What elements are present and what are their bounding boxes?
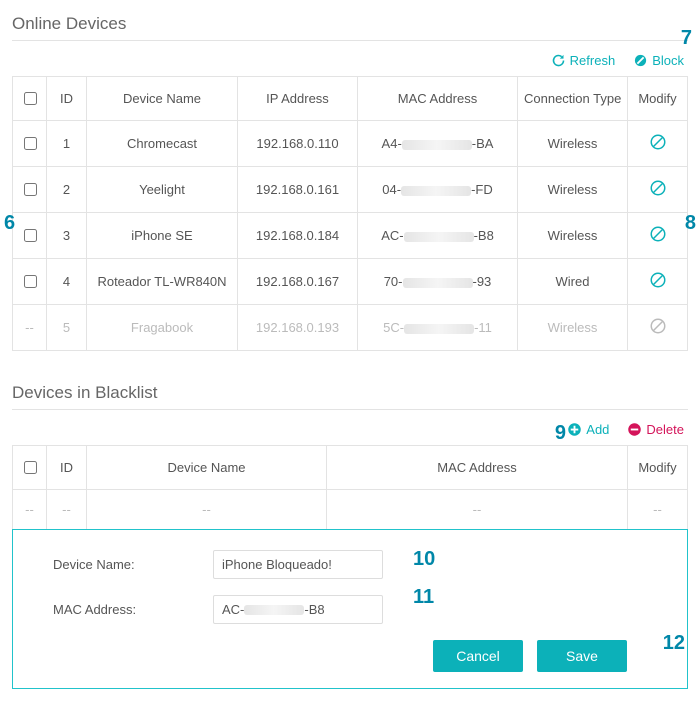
cell-name: Chromecast: [87, 121, 238, 167]
select-all-blacklist[interactable]: [24, 461, 37, 474]
cell-id: 4: [47, 259, 87, 305]
blacklist-toolbar: 9 Add Delete: [12, 410, 688, 445]
cell-conn: Wireless: [518, 167, 628, 213]
annotation-11: 11: [413, 586, 434, 609]
cell-id: 2: [47, 167, 87, 213]
cell-name: Yeelight: [87, 167, 238, 213]
delete-button[interactable]: Delete: [627, 422, 684, 437]
add-button[interactable]: Add: [567, 422, 609, 437]
table-row: 3iPhone SE192.168.0.184AC--B8Wireless: [13, 213, 688, 259]
block-row-button[interactable]: [649, 225, 667, 243]
mac-suffix: -B8: [304, 602, 324, 617]
mac-mask: [403, 278, 473, 288]
bl-col-mac: MAC Address: [327, 446, 628, 490]
table-row: 2Yeelight192.168.0.16104--FDWireless: [13, 167, 688, 213]
block-label: Block: [652, 53, 684, 68]
mac-address-label: MAC Address:: [53, 602, 213, 617]
mac-mask: [404, 232, 474, 242]
cell-mac: 5C--11: [358, 305, 518, 351]
cell-ip: 192.168.0.184: [238, 213, 358, 259]
col-id: ID: [47, 77, 87, 121]
row-checkbox[interactable]: [24, 229, 37, 242]
block-row-button[interactable]: [649, 179, 667, 197]
add-label: Add: [586, 422, 609, 437]
col-modify: Modify: [628, 77, 688, 121]
refresh-button[interactable]: Refresh: [551, 53, 616, 68]
cell-name: iPhone SE: [87, 213, 238, 259]
cell-mac: A4--BA: [358, 121, 518, 167]
col-mac: MAC Address: [358, 77, 518, 121]
mac-prefix: AC-: [222, 602, 244, 617]
refresh-label: Refresh: [570, 53, 616, 68]
cell-conn: Wired: [518, 259, 628, 305]
cell-ip: 192.168.0.193: [238, 305, 358, 351]
cell-conn: Wireless: [518, 213, 628, 259]
blacklist-table: ID Device Name MAC Address Modify -- -- …: [12, 445, 688, 530]
block-row-button[interactable]: [649, 271, 667, 289]
cell-conn: Wireless: [518, 121, 628, 167]
annotation-8: 8: [685, 212, 696, 235]
cell-name: Roteador TL-WR840N: [87, 259, 238, 305]
bl-col-modify: Modify: [628, 446, 688, 490]
plus-icon: [567, 422, 582, 437]
row-checkbox[interactable]: [24, 137, 37, 150]
annotation-12: 12: [663, 632, 685, 655]
cell-ip: 192.168.0.161: [238, 167, 358, 213]
cell-ip: 192.168.0.167: [238, 259, 358, 305]
minus-icon: [627, 422, 642, 437]
delete-label: Delete: [646, 422, 684, 437]
cancel-button[interactable]: Cancel: [433, 640, 523, 672]
online-devices-title: Online Devices: [12, 14, 688, 41]
table-row: 4Roteador TL-WR840N192.168.0.16770--93Wi…: [13, 259, 688, 305]
cell-mac: 04--FD: [358, 167, 518, 213]
row-checkbox[interactable]: [24, 275, 37, 288]
row-checkbox[interactable]: [24, 183, 37, 196]
mac-mask: [404, 324, 474, 334]
block-row-button[interactable]: [649, 317, 667, 335]
col-name: Device Name: [87, 77, 238, 121]
annotation-9: 9: [555, 422, 566, 445]
cell-ip: 192.168.0.110: [238, 121, 358, 167]
cell-id: 5: [47, 305, 87, 351]
mac-mask: [401, 186, 471, 196]
annotation-7: 7: [681, 27, 692, 50]
select-all-online[interactable]: [24, 92, 37, 105]
blacklist-title: Devices in Blacklist: [12, 383, 688, 410]
cell-mac: AC--B8: [358, 213, 518, 259]
block-row-button[interactable]: [649, 133, 667, 151]
add-device-form: 10 11 12 Device Name: MAC Address: AC- -…: [12, 529, 688, 689]
online-devices-table: ID Device Name IP Address MAC Address Co…: [12, 76, 688, 351]
device-name-label: Device Name:: [53, 557, 213, 572]
cell-mac: 70--93: [358, 259, 518, 305]
cell-id: 1: [47, 121, 87, 167]
device-name-input[interactable]: [213, 550, 383, 579]
table-row: 1Chromecast192.168.0.110A4--BAWireless: [13, 121, 688, 167]
cell-conn: Wireless: [518, 305, 628, 351]
bl-col-id: ID: [47, 446, 87, 490]
cell-name: Fragabook: [87, 305, 238, 351]
mac-mask: [402, 140, 472, 150]
annotation-6: 6: [4, 212, 15, 235]
table-row: --5Fragabook192.168.0.1935C--11Wireless: [13, 305, 688, 351]
refresh-icon: [551, 53, 566, 68]
bl-col-name: Device Name: [87, 446, 327, 490]
mac-mask: [244, 605, 304, 615]
annotation-10: 10: [413, 548, 435, 571]
block-button[interactable]: Block: [633, 53, 684, 68]
mac-address-input[interactable]: AC- -B8: [213, 595, 383, 624]
online-toolbar: 7 Refresh Block: [12, 41, 688, 76]
block-icon: [633, 53, 648, 68]
save-button[interactable]: Save: [537, 640, 627, 672]
cell-id: 3: [47, 213, 87, 259]
col-ip: IP Address: [238, 77, 358, 121]
blacklist-empty-row: -- -- -- -- --: [13, 490, 688, 530]
col-conn: Connection Type: [518, 77, 628, 121]
